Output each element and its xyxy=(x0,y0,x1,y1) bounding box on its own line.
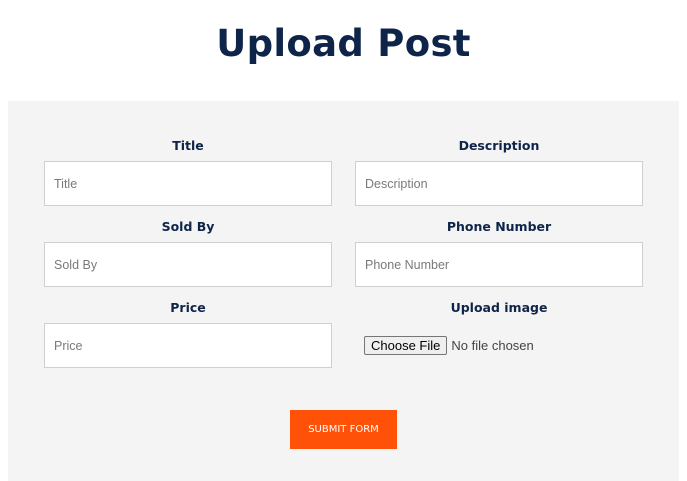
file-upload-control[interactable]: Choose File No file chosen xyxy=(364,335,534,355)
page-title: Upload Post xyxy=(216,22,471,65)
upload-post-form: Title Description Sold By Phone Number P… xyxy=(8,101,679,481)
title-input[interactable] xyxy=(44,161,332,206)
description-label: Description xyxy=(458,138,540,153)
upload-image-label: Upload image xyxy=(450,300,548,315)
title-label: Title xyxy=(172,138,204,153)
price-input[interactable] xyxy=(44,323,332,368)
submit-form-button[interactable]: SUBMIT FORM xyxy=(290,410,397,449)
phone-number-label: Phone Number xyxy=(446,219,552,234)
choose-file-button[interactable]: Choose File xyxy=(364,335,448,355)
sold-by-label: Sold By xyxy=(161,219,215,234)
sold-by-input[interactable] xyxy=(44,242,332,287)
description-input[interactable] xyxy=(355,161,643,206)
price-label: Price xyxy=(170,300,206,315)
phone-number-input[interactable] xyxy=(355,242,643,287)
file-status-text: No file chosen xyxy=(451,337,534,353)
